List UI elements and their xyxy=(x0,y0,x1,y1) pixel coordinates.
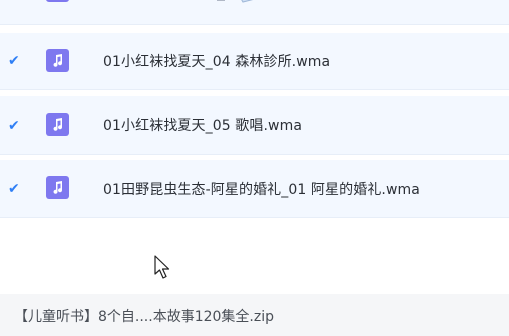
file-name[interactable]: 01田野昆虫生态-阿星的婚礼_01 阿星的婚礼.wma xyxy=(103,179,420,199)
checkbox-checked-icon[interactable]: ✔ xyxy=(8,182,22,196)
music-file-icon xyxy=(46,176,69,199)
checkbox-checked-icon[interactable]: ✔ xyxy=(8,0,22,4)
music-file-icon xyxy=(46,49,69,72)
file-row[interactable]: ✔ 01小红袜找夏天_04 森林診所.wma xyxy=(0,33,509,90)
file-row[interactable]: ✔ 01田野昆虫生态-阿星的婚礼_01 阿星的婚礼.wma xyxy=(0,160,509,218)
archive-name[interactable]: 【儿童听书】8个自....本故事120集全.zip xyxy=(14,306,274,326)
music-file-icon xyxy=(46,113,69,136)
file-row[interactable]: ✔ 01小红袜找夏天_05 歌唱.wma xyxy=(0,96,509,155)
checkbox-checked-icon[interactable]: ✔ xyxy=(8,119,22,133)
thumbnail-fragment-icon xyxy=(217,0,254,3)
music-file-icon xyxy=(46,0,69,2)
checkbox-checked-icon[interactable]: ✔ xyxy=(8,54,22,68)
file-row-partial[interactable]: ✔ xyxy=(0,0,509,25)
file-name[interactable]: 01小红袜找夏天_04 森林診所.wma xyxy=(103,51,330,71)
mouse-cursor-icon xyxy=(154,255,170,279)
file-name[interactable]: 01小红袜找夏天_05 歌唱.wma xyxy=(103,115,302,135)
archive-footer: 【儿童听书】8个自....本故事120集全.zip xyxy=(0,294,509,336)
